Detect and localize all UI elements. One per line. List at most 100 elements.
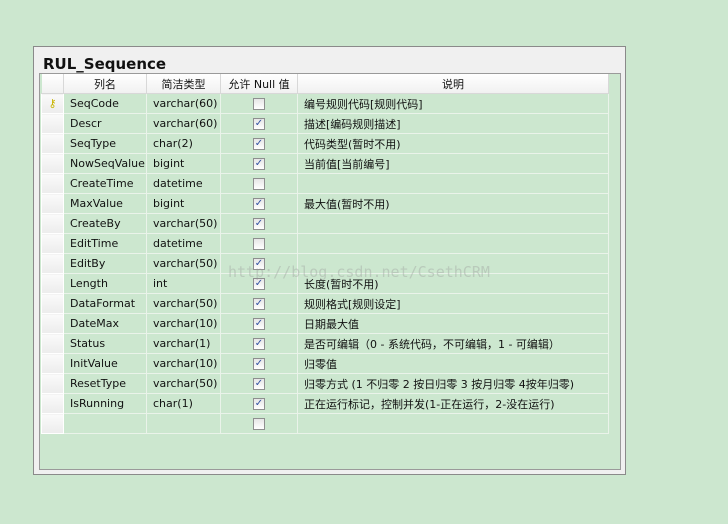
table-row[interactable]: DateMax varchar(10) ✓ 日期最大值 <box>41 313 609 334</box>
description-cell[interactable]: 日期最大值 <box>297 313 609 334</box>
description-cell[interactable] <box>297 233 609 254</box>
row-selector[interactable] <box>41 173 64 194</box>
table-row[interactable]: ResetType varchar(50) ✓ 归零方式 (1 不归零 2 按日… <box>41 373 609 394</box>
allow-null-checkbox[interactable]: ✓ <box>253 318 265 330</box>
description-cell[interactable]: 规则格式[规则设定] <box>297 293 609 314</box>
column-name-cell[interactable]: Status <box>63 333 147 354</box>
description-cell[interactable]: 代码类型(暂时不用) <box>297 133 609 154</box>
column-name-cell[interactable]: IsRunning <box>63 393 147 414</box>
table-row[interactable]: IsRunning char(1) ✓ 正在运行标记，控制并发(1-正在运行，2… <box>41 393 609 414</box>
row-selector[interactable] <box>41 153 64 174</box>
data-type-cell[interactable]: varchar(50) <box>146 373 221 394</box>
description-cell[interactable] <box>297 213 609 234</box>
data-type-cell[interactable]: varchar(50) <box>146 213 221 234</box>
description-cell[interactable]: 当前值[当前编号] <box>297 153 609 174</box>
row-selector[interactable] <box>41 333 64 354</box>
table-row[interactable]: InitValue varchar(10) ✓ 归零值 <box>41 353 609 374</box>
row-selector[interactable] <box>41 313 64 334</box>
description-cell[interactable]: 正在运行标记，控制并发(1-正在运行，2-没在运行) <box>297 393 609 414</box>
header-column-name[interactable]: 列名 <box>63 74 147 94</box>
column-name-cell[interactable]: DataFormat <box>63 293 147 314</box>
data-type-cell[interactable] <box>146 413 221 434</box>
row-selector[interactable] <box>41 213 64 234</box>
column-name-cell[interactable]: CreateTime <box>63 173 147 194</box>
description-cell[interactable]: 是否可编辑（0 - 系统代码，不可编辑，1 - 可编辑） <box>297 333 609 354</box>
column-name-cell[interactable]: Length <box>63 273 147 294</box>
allow-null-checkbox[interactable]: ✓ <box>253 378 265 390</box>
table-row[interactable]: DataFormat varchar(50) ✓ 规则格式[规则设定] <box>41 293 609 314</box>
table-row[interactable] <box>41 413 609 434</box>
table-row[interactable]: Descr varchar(60) ✓ 描述[编码规则描述] <box>41 113 609 134</box>
header-allow-null[interactable]: 允许 Null 值 <box>220 74 298 94</box>
data-type-cell[interactable]: bigint <box>146 153 221 174</box>
table-row[interactable]: CreateBy varchar(50) ✓ <box>41 213 609 234</box>
table-row[interactable]: SeqType char(2) ✓ 代码类型(暂时不用) <box>41 133 609 154</box>
data-type-cell[interactable]: datetime <box>146 233 221 254</box>
column-name-cell[interactable]: SeqType <box>63 133 147 154</box>
column-name-cell[interactable]: NowSeqValue <box>63 153 147 174</box>
column-name-cell[interactable]: MaxValue <box>63 193 147 214</box>
data-type-cell[interactable]: varchar(60) <box>146 93 221 114</box>
data-type-cell[interactable]: varchar(10) <box>146 353 221 374</box>
allow-null-checkbox[interactable] <box>253 418 265 430</box>
description-cell[interactable]: 编号规则代码[规则代码] <box>297 93 609 114</box>
table-row[interactable]: ⚷ SeqCode varchar(60) 编号规则代码[规则代码] <box>41 93 609 114</box>
row-selector[interactable] <box>41 413 64 434</box>
description-cell[interactable]: 归零值 <box>297 353 609 374</box>
row-selector[interactable]: ⚷ <box>41 93 64 114</box>
data-type-cell[interactable]: varchar(60) <box>146 113 221 134</box>
description-cell[interactable] <box>297 173 609 194</box>
row-selector[interactable] <box>41 293 64 314</box>
row-selector[interactable] <box>41 233 64 254</box>
allow-null-checkbox[interactable] <box>253 178 265 190</box>
data-type-cell[interactable]: datetime <box>146 173 221 194</box>
data-type-cell[interactable]: bigint <box>146 193 221 214</box>
column-name-cell[interactable]: SeqCode <box>63 93 147 114</box>
table-row[interactable]: NowSeqValue bigint ✓ 当前值[当前编号] <box>41 153 609 174</box>
description-cell[interactable]: 归零方式 (1 不归零 2 按日归零 3 按月归零 4按年归零) <box>297 373 609 394</box>
table-row[interactable]: EditTime datetime <box>41 233 609 254</box>
description-cell[interactable]: 描述[编码规则描述] <box>297 113 609 134</box>
allow-null-checkbox[interactable] <box>253 98 265 110</box>
data-type-cell[interactable]: varchar(50) <box>146 293 221 314</box>
data-type-cell[interactable]: int <box>146 273 221 294</box>
column-name-cell[interactable]: DateMax <box>63 313 147 334</box>
column-name-cell[interactable]: EditBy <box>63 253 147 274</box>
row-selector[interactable] <box>41 353 64 374</box>
table-row[interactable]: Status varchar(1) ✓ 是否可编辑（0 - 系统代码，不可编辑，… <box>41 333 609 354</box>
allow-null-checkbox[interactable] <box>253 238 265 250</box>
table-row[interactable]: MaxValue bigint ✓ 最大值(暂时不用) <box>41 193 609 214</box>
allow-null-checkbox[interactable]: ✓ <box>253 298 265 310</box>
data-type-cell[interactable]: varchar(10) <box>146 313 221 334</box>
column-name-cell[interactable]: EditTime <box>63 233 147 254</box>
allow-null-checkbox[interactable]: ✓ <box>253 338 265 350</box>
allow-null-checkbox[interactable]: ✓ <box>253 198 265 210</box>
allow-null-checkbox[interactable]: ✓ <box>253 138 265 150</box>
description-cell[interactable]: 最大值(暂时不用) <box>297 193 609 214</box>
header-description[interactable]: 说明 <box>297 74 609 94</box>
row-selector[interactable] <box>41 273 64 294</box>
row-selector[interactable] <box>41 253 64 274</box>
row-selector[interactable] <box>41 113 64 134</box>
row-selector[interactable] <box>41 133 64 154</box>
row-selector[interactable] <box>41 193 64 214</box>
column-name-cell[interactable] <box>63 413 147 434</box>
data-type-cell[interactable]: char(2) <box>146 133 221 154</box>
column-name-cell[interactable]: CreateBy <box>63 213 147 234</box>
row-selector[interactable] <box>41 393 64 414</box>
description-cell[interactable] <box>297 413 609 434</box>
allow-null-checkbox[interactable]: ✓ <box>253 118 265 130</box>
header-data-type[interactable]: 简洁类型 <box>146 74 221 94</box>
allow-null-checkbox[interactable]: ✓ <box>253 158 265 170</box>
table-row[interactable]: CreateTime datetime <box>41 173 609 194</box>
data-type-cell[interactable]: char(1) <box>146 393 221 414</box>
column-name-cell[interactable]: ResetType <box>63 373 147 394</box>
allow-null-checkbox[interactable]: ✓ <box>253 398 265 410</box>
data-type-cell[interactable]: varchar(50) <box>146 253 221 274</box>
column-name-cell[interactable]: Descr <box>63 113 147 134</box>
row-selector[interactable] <box>41 373 64 394</box>
data-type-cell[interactable]: varchar(1) <box>146 333 221 354</box>
column-name-cell[interactable]: InitValue <box>63 353 147 374</box>
allow-null-checkbox[interactable]: ✓ <box>253 358 265 370</box>
allow-null-checkbox[interactable]: ✓ <box>253 218 265 230</box>
